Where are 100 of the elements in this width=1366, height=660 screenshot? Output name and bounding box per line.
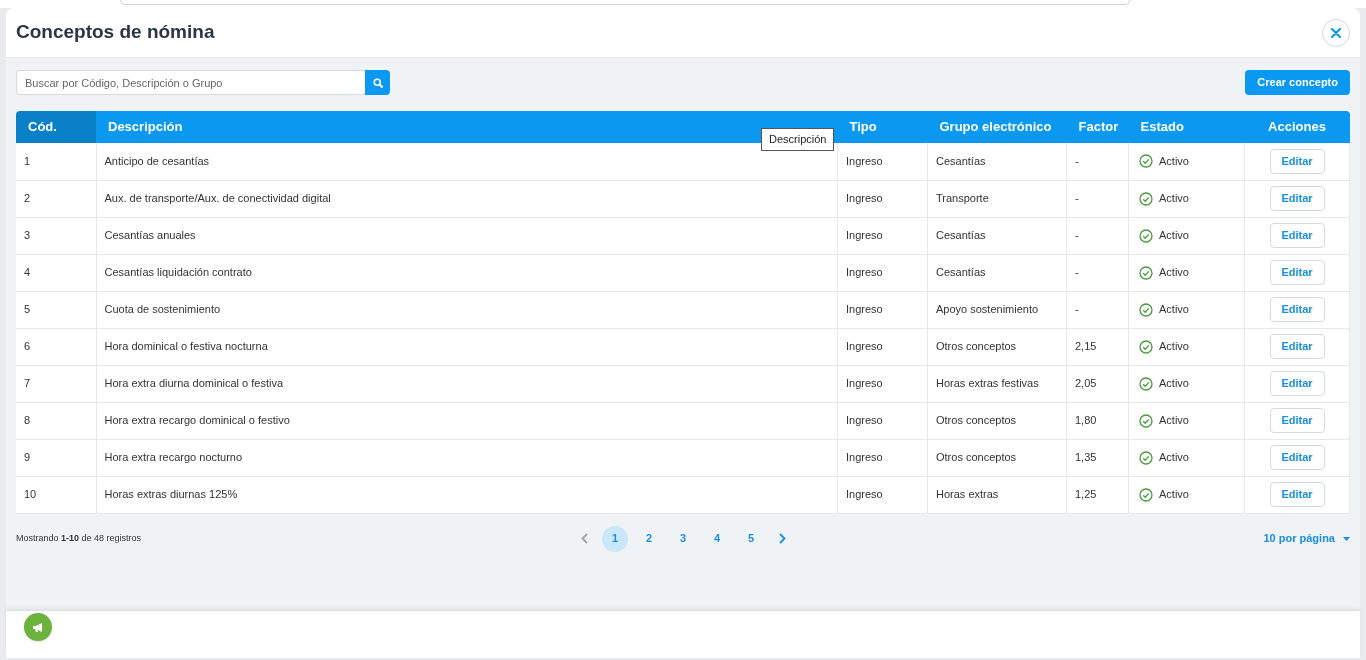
edit-button[interactable]: Editar [1269,223,1325,248]
page-button[interactable]: 5 [738,525,764,552]
status-text: Activo [1159,413,1189,429]
check-circle-icon [1139,302,1153,317]
page-button[interactable]: 3 [670,525,696,552]
edit-button[interactable]: Editar [1269,482,1325,507]
group-cell: Cesantías [936,266,986,279]
code-cell: 1 [24,155,31,167]
factor-cell: - [1075,192,1079,205]
status-text: Activo [1159,228,1189,244]
column-header[interactable]: Grupo electrónico [927,111,1067,143]
type-cell: Ingreso [846,340,883,353]
check-circle-icon [1139,265,1153,280]
check-circle-icon [1139,487,1153,502]
close-icon [1331,27,1341,38]
code-cell: 7 [24,377,31,390]
column-header[interactable]: Cód. [16,111,96,143]
group-cell: Horas extras [936,488,999,501]
page-button[interactable]: 2 [636,525,662,552]
column-header[interactable]: Acciones [1244,111,1350,143]
chevron-right-icon [778,533,786,544]
code-cell: 3 [24,229,31,242]
factor-cell: - [1075,155,1079,167]
status-text: Activo [1159,265,1189,281]
factor-cell: - [1075,303,1079,316]
records-summary: Mostrando 1-10 de 48 registros [16,531,143,545]
factor-cell: - [1075,266,1079,279]
caret-down-icon [1343,536,1350,541]
edit-button[interactable]: Editar [1269,371,1325,396]
edit-button[interactable]: Editar [1269,445,1325,470]
group-cell: Otros conceptos [936,414,1017,427]
page-button[interactable]: 1 [602,525,628,552]
check-circle-icon [1139,413,1153,428]
code-cell: 9 [24,451,31,464]
dialog-title: Conceptos de nómina [16,20,215,45]
edit-button[interactable]: Editar [1269,186,1325,211]
code-cell: 5 [24,303,31,316]
code-cell: 4 [24,266,31,279]
description-cell: Hora extra diurna dominical o festiva [104,377,284,390]
check-circle-icon [1139,376,1153,391]
type-cell: Ingreso [846,414,883,427]
search-field[interactable]: Buscar por Código, Descripción o Grupo [16,70,365,95]
factor-cell: 2,15 [1075,340,1097,353]
code-cell: 8 [24,414,31,427]
status-text: Activo [1159,154,1189,169]
check-circle-icon [1139,228,1153,243]
edit-button[interactable]: Editar [1269,334,1325,359]
group-cell: Apoyo sostenimiento [936,303,1039,316]
column-header[interactable]: Factor [1066,111,1129,143]
edit-button[interactable]: Editar [1269,260,1325,285]
description-cell: Hora dominical o festiva nocturna [104,340,268,353]
create-concept-button[interactable]: Crear concepto [1245,70,1350,95]
code-cell: 2 [24,192,31,205]
factor-cell: 2,05 [1075,377,1097,390]
page-button[interactable]: 4 [704,525,730,552]
status-text: Activo [1159,191,1189,207]
code-cell: 10 [24,488,37,501]
edit-button[interactable]: Editar [1269,148,1325,174]
group-cell: Cesantías [936,155,986,167]
edit-button[interactable]: Editar [1269,408,1325,433]
column-header[interactable]: Tipo [837,111,928,143]
group-cell: Otros conceptos [936,451,1017,464]
description-cell: Cesantías liquidación contrato [104,266,252,279]
edit-button[interactable]: Editar [1269,297,1325,322]
description-cell: Hora extra recargo dominical o festivo [104,414,290,427]
group-cell: Transporte [936,192,989,205]
type-cell: Ingreso [846,266,883,279]
group-cell: Otros conceptos [936,340,1017,353]
code-cell: 6 [24,340,31,353]
description-cell: Anticipo de cesantías [104,155,210,167]
status-text: Activo [1159,376,1189,392]
description-cell: Cuota de sostenimiento [104,303,221,316]
chevron-left-icon [580,533,588,544]
check-circle-icon [1139,154,1153,169]
factor-cell: - [1075,229,1079,242]
tooltip: Descripción [761,128,835,151]
type-cell: Ingreso [846,155,883,167]
close-button[interactable] [1322,18,1350,47]
factor-cell: 1,80 [1075,414,1097,427]
type-cell: Ingreso [846,229,883,242]
search-icon [372,77,383,88]
description-cell: Cesantías anuales [104,229,196,242]
status-text: Activo [1159,302,1189,318]
type-cell: Ingreso [846,303,883,316]
description-cell: Aux. de transporte/Aux. de conectividad digital [104,192,331,205]
factor-cell: 1,25 [1075,488,1097,501]
check-circle-icon [1139,339,1153,354]
status-text: Activo [1159,450,1189,466]
description-cell: Hora extra recargo nocturno [104,451,243,464]
announcement-button[interactable] [24,613,52,641]
column-header[interactable]: Estado [1128,111,1245,143]
status-text: Activo [1159,487,1189,503]
check-circle-icon [1139,450,1153,465]
factor-cell: 1,35 [1075,451,1097,464]
type-cell: Ingreso [846,377,883,390]
megaphone-icon [31,621,45,633]
search-button[interactable] [365,70,390,95]
description-cell: Horas extras diurnas 125% [104,488,238,501]
check-circle-icon [1139,191,1153,206]
per-page-dropdown[interactable]: 10 por página [1050,530,1350,547]
